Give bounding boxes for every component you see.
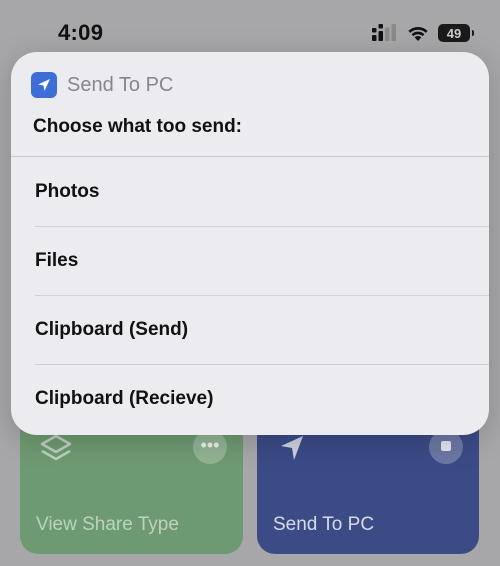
option-photos[interactable]: Photos — [11, 157, 489, 226]
stop-icon[interactable] — [429, 430, 463, 464]
shortcut-card-label: View Share Type — [36, 514, 179, 535]
layers-icon — [40, 434, 72, 461]
app-name: Send To PC — [67, 73, 174, 96]
option-clipboard-send[interactable]: Clipboard (Send) — [11, 295, 489, 364]
status-icons: 49 — [372, 22, 474, 44]
choose-menu-popup: Send To PC Choose what too send: Photos … — [11, 52, 489, 435]
wifi-icon — [408, 27, 428, 41]
popup-header: Send To PC — [31, 72, 173, 98]
location-arrow-icon — [38, 79, 50, 91]
shortcut-card-label: Send To PC — [273, 514, 375, 535]
location-arrow-icon — [281, 436, 303, 460]
menu-prompt: Choose what too send: — [33, 116, 242, 137]
option-files[interactable]: Files — [11, 226, 489, 295]
app-icon — [31, 72, 57, 98]
status-time: 4:09 — [58, 20, 104, 45]
option-clipboard-receive[interactable]: Clipboard (Recieve) — [11, 364, 489, 433]
battery-indicator: 49 — [438, 24, 474, 42]
options-list: Photos Files Clipboard (Send) Clipboard … — [11, 157, 489, 433]
cellular-signal-icon — [372, 24, 396, 41]
more-icon[interactable]: ••• — [193, 430, 227, 464]
